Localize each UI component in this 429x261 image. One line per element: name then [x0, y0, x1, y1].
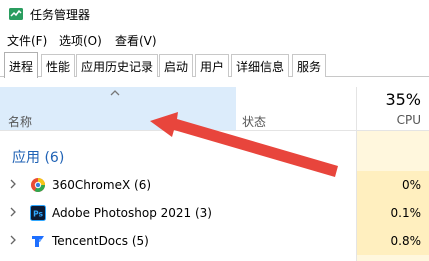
menu-file[interactable]: 文件(F)	[7, 32, 47, 49]
chevron-right-icon[interactable]	[8, 178, 18, 190]
menu-view[interactable]: 查看(V)	[115, 32, 157, 49]
svg-text:Ps: Ps	[33, 210, 43, 219]
cpu-value: 0.1%	[357, 199, 429, 227]
tab-users[interactable]: 用户	[195, 54, 230, 77]
cpu-total-percent: 35%	[385, 90, 421, 109]
window-title: 任务管理器	[30, 8, 91, 22]
process-name: TencentDocs (5)	[52, 234, 149, 248]
tab-performance[interactable]: 性能	[41, 54, 76, 77]
task-manager-icon	[8, 6, 24, 22]
photoshop-icon: Ps	[30, 205, 46, 221]
process-name: 360ChromeX (6)	[52, 178, 152, 192]
status-column-header[interactable]: 状态	[242, 113, 266, 130]
tab-app-history[interactable]: 应用历史记录	[76, 54, 159, 77]
tab-processes[interactable]: 进程	[4, 52, 39, 78]
chevron-right-icon[interactable]	[8, 206, 18, 218]
cpu-column-header[interactable]: CPU	[397, 113, 421, 127]
table-row[interactable]: 360ChromeX (6)	[0, 171, 357, 199]
tab-services[interactable]: 服务	[292, 54, 327, 77]
cpu-value: 0%	[357, 171, 429, 199]
name-column-label: 名称	[8, 115, 33, 129]
chrome-360-icon	[30, 177, 46, 193]
process-name: Adobe Photoshop 2021 (3)	[52, 206, 212, 220]
table-row[interactable]: TencentDocs (5)	[0, 227, 357, 255]
tab-strip: 进程 性能 应用历史记录 启动 用户 详细信息 服务	[0, 50, 429, 78]
menu-options[interactable]: 选项(O)	[59, 32, 102, 49]
menu-bar: 文件(F) 选项(O) 查看(V)	[0, 28, 429, 50]
chevron-right-icon[interactable]	[8, 234, 18, 246]
table-row[interactable]: Ps Adobe Photoshop 2021 (3)	[0, 199, 357, 227]
cpu-value: 0.8%	[357, 227, 429, 255]
tencent-docs-icon	[30, 233, 46, 249]
sort-ascending-icon	[108, 87, 122, 97]
tab-details[interactable]: 详细信息	[231, 54, 290, 77]
tab-startup[interactable]: 启动	[159, 54, 194, 77]
title-bar: 任务管理器	[0, 0, 429, 28]
apps-group-title: 应用 (6)	[12, 150, 65, 166]
